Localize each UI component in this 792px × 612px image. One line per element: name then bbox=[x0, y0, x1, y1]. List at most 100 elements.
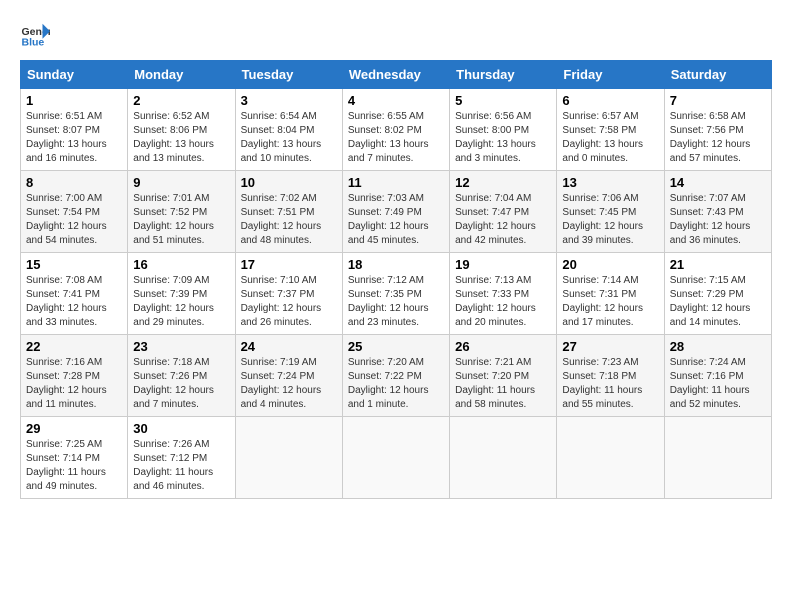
week-row-3: 15 Sunrise: 7:08 AM Sunset: 7:41 PM Dayli… bbox=[21, 253, 772, 335]
day-cell: 25 Sunrise: 7:20 AM Sunset: 7:22 PM Dayli… bbox=[342, 335, 449, 417]
day-info: Sunrise: 6:52 AM Sunset: 8:06 PM Dayligh… bbox=[133, 110, 229, 166]
day-info: Sunrise: 7:13 AM Sunset: 7:33 PM Dayligh… bbox=[455, 274, 551, 330]
day-info: Sunrise: 7:12 AM Sunset: 7:35 PM Dayligh… bbox=[348, 274, 444, 330]
day-number: 25 bbox=[348, 339, 444, 354]
day-info: Sunrise: 7:02 AM Sunset: 7:51 PM Dayligh… bbox=[241, 192, 337, 248]
day-info: Sunrise: 7:24 AM Sunset: 7:16 PM Dayligh… bbox=[670, 356, 766, 412]
day-info: Sunrise: 7:20 AM Sunset: 7:22 PM Dayligh… bbox=[348, 356, 444, 412]
week-row-5: 29 Sunrise: 7:25 AM Sunset: 7:14 PM Dayli… bbox=[21, 417, 772, 499]
day-cell: 10 Sunrise: 7:02 AM Sunset: 7:51 PM Dayli… bbox=[235, 171, 342, 253]
logo: General Blue bbox=[20, 20, 50, 50]
day-number: 19 bbox=[455, 257, 551, 272]
day-cell: 4 Sunrise: 6:55 AM Sunset: 8:02 PM Daylig… bbox=[342, 89, 449, 171]
day-number: 29 bbox=[26, 421, 122, 436]
day-cell: 8Sunrise: 7:00 AM Sunset: 7:54 PM Daylig… bbox=[21, 171, 128, 253]
day-info: Sunrise: 7:16 AM Sunset: 7:28 PM Dayligh… bbox=[26, 356, 122, 412]
day-number: 12 bbox=[455, 175, 551, 190]
day-info: Sunrise: 7:15 AM Sunset: 7:29 PM Dayligh… bbox=[670, 274, 766, 330]
day-cell: 17 Sunrise: 7:10 AM Sunset: 7:37 PM Dayli… bbox=[235, 253, 342, 335]
day-number: 5 bbox=[455, 93, 551, 108]
day-cell: 18 Sunrise: 7:12 AM Sunset: 7:35 PM Dayli… bbox=[342, 253, 449, 335]
day-number: 13 bbox=[562, 175, 658, 190]
day-cell: 6 Sunrise: 6:57 AM Sunset: 7:58 PM Daylig… bbox=[557, 89, 664, 171]
day-number: 28 bbox=[670, 339, 766, 354]
day-number: 1 bbox=[26, 93, 122, 108]
day-info: Sunrise: 7:09 AM Sunset: 7:39 PM Dayligh… bbox=[133, 274, 229, 330]
day-cell bbox=[342, 417, 449, 499]
day-cell: 22 Sunrise: 7:16 AM Sunset: 7:28 PM Dayli… bbox=[21, 335, 128, 417]
day-info: Sunrise: 7:23 AM Sunset: 7:18 PM Dayligh… bbox=[562, 356, 658, 412]
day-cell: 30 Sunrise: 7:26 AM Sunset: 7:12 PM Dayli… bbox=[128, 417, 235, 499]
day-cell: 23 Sunrise: 7:18 AM Sunset: 7:26 PM Dayli… bbox=[128, 335, 235, 417]
day-info: Sunrise: 7:10 AM Sunset: 7:37 PM Dayligh… bbox=[241, 274, 337, 330]
day-cell: 26Sunrise: 7:21 AM Sunset: 7:20 PM Dayli… bbox=[450, 335, 557, 417]
day-number: 14 bbox=[670, 175, 766, 190]
day-cell: 28 Sunrise: 7:24 AM Sunset: 7:16 PM Dayli… bbox=[664, 335, 771, 417]
day-cell: 7 Sunrise: 6:58 AM Sunset: 7:56 PM Daylig… bbox=[664, 89, 771, 171]
day-info: Sunrise: 6:56 AM Sunset: 8:00 PM Dayligh… bbox=[455, 110, 551, 166]
day-cell: 27 Sunrise: 7:23 AM Sunset: 7:18 PM Dayli… bbox=[557, 335, 664, 417]
day-number: 27 bbox=[562, 339, 658, 354]
week-row-1: 1Sunrise: 6:51 AM Sunset: 8:07 PM Daylig… bbox=[21, 89, 772, 171]
day-cell: 9 Sunrise: 7:01 AM Sunset: 7:52 PM Daylig… bbox=[128, 171, 235, 253]
day-headers-row: SundayMondayTuesdayWednesdayThursdayFrid… bbox=[21, 61, 772, 89]
day-cell: 16 Sunrise: 7:09 AM Sunset: 7:39 PM Dayli… bbox=[128, 253, 235, 335]
day-info: Sunrise: 7:26 AM Sunset: 7:12 PM Dayligh… bbox=[133, 438, 229, 494]
day-info: Sunrise: 7:18 AM Sunset: 7:26 PM Dayligh… bbox=[133, 356, 229, 412]
day-info: Sunrise: 6:58 AM Sunset: 7:56 PM Dayligh… bbox=[670, 110, 766, 166]
day-info: Sunrise: 6:57 AM Sunset: 7:58 PM Dayligh… bbox=[562, 110, 658, 166]
day-info: Sunrise: 7:03 AM Sunset: 7:49 PM Dayligh… bbox=[348, 192, 444, 248]
day-info: Sunrise: 7:07 AM Sunset: 7:43 PM Dayligh… bbox=[670, 192, 766, 248]
day-cell: 13Sunrise: 7:06 AM Sunset: 7:45 PM Dayli… bbox=[557, 171, 664, 253]
day-info: Sunrise: 7:21 AM Sunset: 7:20 PM Dayligh… bbox=[455, 356, 551, 412]
day-cell: 24 Sunrise: 7:19 AM Sunset: 7:24 PM Dayli… bbox=[235, 335, 342, 417]
svg-text:Blue: Blue bbox=[22, 37, 45, 49]
week-row-2: 8Sunrise: 7:00 AM Sunset: 7:54 PM Daylig… bbox=[21, 171, 772, 253]
day-cell: 2Sunrise: 6:52 AM Sunset: 8:06 PM Daylig… bbox=[128, 89, 235, 171]
day-number: 20 bbox=[562, 257, 658, 272]
day-number: 7 bbox=[670, 93, 766, 108]
day-header-monday: Monday bbox=[128, 61, 235, 89]
day-info: Sunrise: 7:25 AM Sunset: 7:14 PM Dayligh… bbox=[26, 438, 122, 494]
day-header-saturday: Saturday bbox=[664, 61, 771, 89]
day-info: Sunrise: 7:19 AM Sunset: 7:24 PM Dayligh… bbox=[241, 356, 337, 412]
day-cell: 29 Sunrise: 7:25 AM Sunset: 7:14 PM Dayli… bbox=[21, 417, 128, 499]
day-number: 3 bbox=[241, 93, 337, 108]
day-cell: 20 Sunrise: 7:14 AM Sunset: 7:31 PM Dayli… bbox=[557, 253, 664, 335]
week-row-4: 22 Sunrise: 7:16 AM Sunset: 7:28 PM Dayli… bbox=[21, 335, 772, 417]
logo-icon: General Blue bbox=[20, 20, 50, 50]
day-info: Sunrise: 6:55 AM Sunset: 8:02 PM Dayligh… bbox=[348, 110, 444, 166]
day-cell: 5 Sunrise: 6:56 AM Sunset: 8:00 PM Daylig… bbox=[450, 89, 557, 171]
day-number: 16 bbox=[133, 257, 229, 272]
day-number: 4 bbox=[348, 93, 444, 108]
day-cell: 14 Sunrise: 7:07 AM Sunset: 7:43 PM Dayli… bbox=[664, 171, 771, 253]
day-number: 24 bbox=[241, 339, 337, 354]
day-number: 22 bbox=[26, 339, 122, 354]
day-number: 9 bbox=[133, 175, 229, 190]
day-cell: 21Sunrise: 7:15 AM Sunset: 7:29 PM Dayli… bbox=[664, 253, 771, 335]
day-info: Sunrise: 7:08 AM Sunset: 7:41 PM Dayligh… bbox=[26, 274, 122, 330]
day-info: Sunrise: 7:14 AM Sunset: 7:31 PM Dayligh… bbox=[562, 274, 658, 330]
day-number: 6 bbox=[562, 93, 658, 108]
day-number: 17 bbox=[241, 257, 337, 272]
day-header-thursday: Thursday bbox=[450, 61, 557, 89]
day-number: 15 bbox=[26, 257, 122, 272]
day-cell bbox=[450, 417, 557, 499]
day-number: 10 bbox=[241, 175, 337, 190]
day-header-tuesday: Tuesday bbox=[235, 61, 342, 89]
day-info: Sunrise: 7:00 AM Sunset: 7:54 PM Dayligh… bbox=[26, 192, 122, 248]
day-info: Sunrise: 7:04 AM Sunset: 7:47 PM Dayligh… bbox=[455, 192, 551, 248]
page-header: General Blue bbox=[20, 20, 772, 50]
day-cell: 1Sunrise: 6:51 AM Sunset: 8:07 PM Daylig… bbox=[21, 89, 128, 171]
day-cell: 15 Sunrise: 7:08 AM Sunset: 7:41 PM Dayli… bbox=[21, 253, 128, 335]
day-header-sunday: Sunday bbox=[21, 61, 128, 89]
calendar-table: SundayMondayTuesdayWednesdayThursdayFrid… bbox=[20, 60, 772, 499]
day-number: 18 bbox=[348, 257, 444, 272]
day-cell: 3 Sunrise: 6:54 AM Sunset: 8:04 PM Daylig… bbox=[235, 89, 342, 171]
day-number: 30 bbox=[133, 421, 229, 436]
day-number: 23 bbox=[133, 339, 229, 354]
day-info: Sunrise: 7:01 AM Sunset: 7:52 PM Dayligh… bbox=[133, 192, 229, 248]
day-cell: 12 Sunrise: 7:04 AM Sunset: 7:47 PM Dayli… bbox=[450, 171, 557, 253]
day-info: Sunrise: 6:54 AM Sunset: 8:04 PM Dayligh… bbox=[241, 110, 337, 166]
day-cell: 19 Sunrise: 7:13 AM Sunset: 7:33 PM Dayli… bbox=[450, 253, 557, 335]
